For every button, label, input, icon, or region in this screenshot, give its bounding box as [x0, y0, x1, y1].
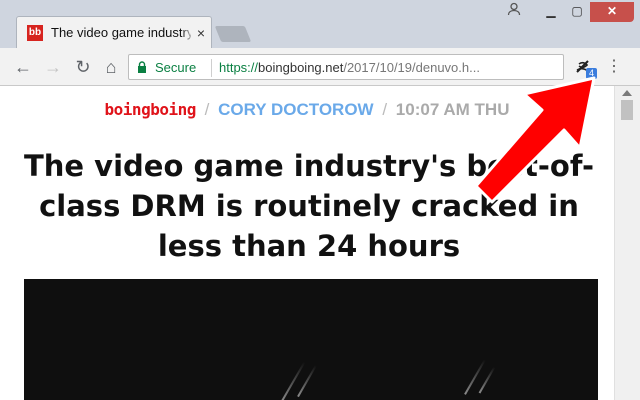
article-video[interactable]	[24, 279, 598, 400]
byline-separator: /	[204, 100, 210, 119]
scroll-up-arrow-icon[interactable]	[622, 90, 632, 96]
url-text: https://boingboing.net/2017/10/19/denuvo…	[219, 60, 480, 76]
bb-favicon-icon: bb	[27, 25, 43, 41]
lock-icon	[138, 61, 146, 73]
maximize-icon[interactable]: ▢	[564, 2, 590, 22]
site-logo[interactable]: boingboing	[105, 98, 197, 122]
url-scheme: https://	[219, 60, 259, 75]
scroll-thumb[interactable]	[621, 100, 633, 120]
forward-arrow-icon[interactable]: →	[42, 56, 64, 78]
url-path: /2017/10/19/denuvo.h...	[343, 60, 480, 75]
tab-title: The video game industry's best-of-class	[51, 25, 191, 40]
home-icon[interactable]: ⌂	[100, 56, 122, 78]
video-streak	[280, 361, 306, 400]
byline-separator-2: /	[382, 100, 388, 119]
new-tab-button[interactable]	[214, 26, 252, 42]
author-link[interactable]: CORY DOCTOROW	[218, 100, 374, 119]
close-icon[interactable]: ×	[193, 25, 209, 41]
user-profile-icon[interactable]	[504, 2, 524, 20]
close-window-icon[interactable]: ✕	[590, 2, 634, 22]
window-controls: ▁ ▢ ✕	[538, 2, 634, 22]
video-streak	[478, 366, 496, 394]
vertical-scrollbar[interactable]	[614, 86, 640, 400]
url-host: boingboing.net	[258, 60, 344, 75]
kebab-menu-icon[interactable]: ⋮	[606, 57, 622, 77]
omnibox-divider	[211, 59, 212, 77]
browser-window: bb The video game industry's best-of-cla…	[0, 0, 640, 400]
tab-active[interactable]: bb The video game industry's best-of-cla…	[16, 16, 212, 48]
red-arrow-annotation	[474, 76, 596, 204]
reload-icon[interactable]: ↻	[72, 56, 94, 78]
tab-strip: bb The video game industry's best-of-cla…	[0, 0, 640, 48]
secure-label: Secure	[155, 60, 197, 75]
minimize-icon[interactable]: ▁	[538, 2, 564, 22]
back-arrow-icon[interactable]: ←	[12, 56, 34, 78]
